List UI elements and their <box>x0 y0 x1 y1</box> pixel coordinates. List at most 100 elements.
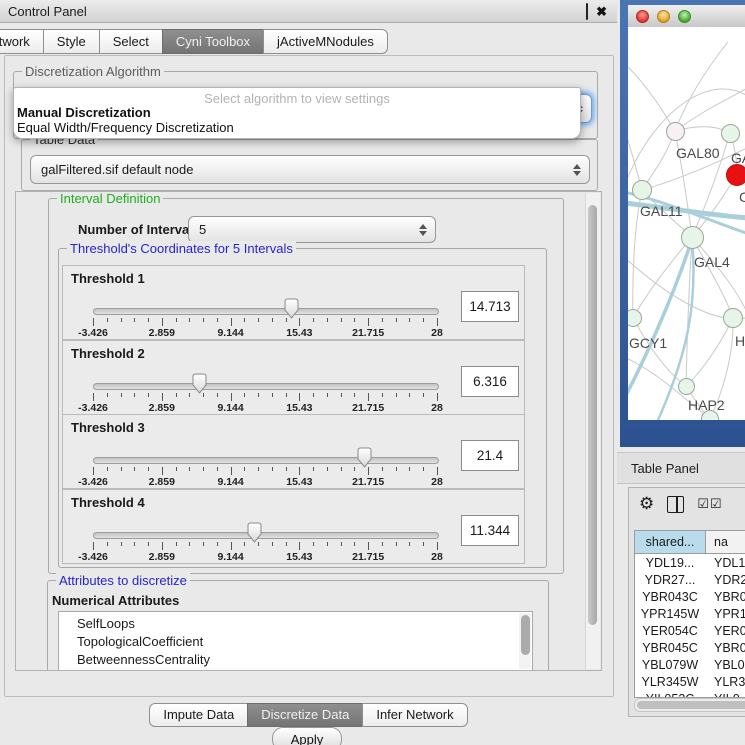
table-row[interactable]: YBR045CYBR0 <box>635 639 745 656</box>
slider-thumb[interactable] <box>284 298 299 319</box>
slider-track[interactable] <box>93 532 439 539</box>
tab-impute-data[interactable]: Impute Data <box>149 703 248 727</box>
tick-label: 21.715 <box>338 327 398 339</box>
control-panel-titlebar: Control Panel ✖ <box>0 0 617 23</box>
threshold-slider-2[interactable]: -3.4262.8599.14415.4321.71528 <box>93 371 437 413</box>
tab-select[interactable]: Select <box>99 29 163 54</box>
tick-label: -3.426 <box>63 402 123 414</box>
slider-thumb[interactable] <box>247 522 262 543</box>
tick-label: 9.144 <box>201 476 261 488</box>
tick-label: 28 <box>407 327 467 339</box>
tick-label: 2.859 <box>132 551 192 563</box>
threshold-value-field[interactable]: 6.316 <box>461 366 519 397</box>
tick-label: -3.426 <box>63 476 123 488</box>
numerical-attributes-label: Numerical Attributes <box>52 593 179 608</box>
threshold-value-field[interactable]: 21.4 <box>461 440 519 471</box>
attribute-item-topologicalcoefficient[interactable]: TopologicalCoefficient <box>59 633 532 651</box>
table-panel-toolbar: ⚙ ☑☑ <box>639 496 723 513</box>
network-node[interactable] <box>726 164 745 186</box>
table-row[interactable]: YDL19...YDL1 <box>635 554 745 571</box>
tab-network[interactable]: Network <box>0 29 44 54</box>
tick-label: 28 <box>407 476 467 488</box>
application-window: Control Panel ✖ NetworkStyleSelectCyni T… <box>0 0 745 745</box>
threshold-slider-1[interactable]: -3.4262.8599.14415.4321.71528 <box>93 296 437 338</box>
apply-button[interactable]: Apply <box>272 727 342 745</box>
top-tab-bar: NetworkStyleSelectCyni ToolboxjActiveMNo… <box>0 29 430 54</box>
slider-track[interactable] <box>93 457 439 464</box>
column-header-name[interactable]: na <box>706 531 745 553</box>
column-header-shared[interactable]: shared... <box>635 531 706 553</box>
scrollbar-thumb[interactable] <box>637 701 745 709</box>
attributes-group: Attributes to discretize Numerical Attri… <box>47 580 549 671</box>
table-row[interactable]: YER054CYER0 <box>635 622 745 639</box>
popup-item-equal-width-frequency-discretization[interactable]: Equal Width/Frequency Discretization <box>17 120 234 135</box>
table-row[interactable]: YDR27...YDR2 <box>635 571 745 588</box>
attributes-list-scrollbar[interactable] <box>519 613 531 669</box>
tick-label: 2.859 <box>132 327 192 339</box>
network-window-titlebar <box>628 5 745 28</box>
node-attribute-table[interactable]: shared... na YDL19...YDL1YDR27...YDR2YBR… <box>634 530 745 698</box>
mac-zoom-icon[interactable] <box>678 10 691 23</box>
tab-jactivemnodules[interactable]: jActiveMNodules <box>263 29 388 54</box>
threshold-label: Threshold 1 <box>71 271 145 286</box>
table-row[interactable]: YBR043CYBR0 <box>635 588 745 605</box>
network-node[interactable] <box>681 226 704 249</box>
close-button[interactable]: ✖ <box>596 5 607 18</box>
tick-label: 2.859 <box>132 476 192 488</box>
slider-thumb[interactable] <box>192 373 207 394</box>
number-of-intervals-combobox[interactable]: 5 <box>188 216 436 243</box>
table-row[interactable]: YIL052CYIL0 <box>635 690 745 698</box>
slider-thumb[interactable] <box>357 447 372 468</box>
mac-minimize-icon[interactable] <box>657 10 670 23</box>
tab-infer-network[interactable]: Infer Network <box>362 703 467 727</box>
network-window: GAL80GACGAL11GAL4GCY1HHAP2 <box>628 5 745 420</box>
network-node[interactable] <box>678 378 695 395</box>
interval-definition-group: Interval Definition Number of Intervals … <box>48 198 564 574</box>
tab-style[interactable]: Style <box>43 29 100 54</box>
threshold-label: Threshold 3 <box>71 420 145 435</box>
tick-label: 21.715 <box>338 476 398 488</box>
table-row[interactable]: YLR345WYLR3 <box>635 673 745 690</box>
attribute-item-selfloops[interactable]: SelfLoops <box>59 612 532 633</box>
attribute-item-betweennesscentrality[interactable]: BetweennessCentrality <box>59 651 532 669</box>
mac-close-icon[interactable] <box>636 10 649 23</box>
network-node[interactable] <box>666 122 685 141</box>
threshold-panel-4: Threshold 4-3.4262.8599.14415.4321.71528… <box>62 489 525 564</box>
network-node[interactable] <box>721 124 740 143</box>
threshold-slider-3[interactable]: -3.4262.8599.14415.4321.71528 <box>93 445 437 487</box>
table-horizontal-scrollbar[interactable] <box>634 698 745 712</box>
cyni-toolbox-panel: Discretization Algorithm Select algorith… <box>4 55 614 697</box>
popup-item-manual-discretization[interactable]: Manual Discretization <box>17 105 151 120</box>
slider-track[interactable] <box>93 383 439 390</box>
threshold-slider-4[interactable]: -3.4262.8599.14415.4321.71528 <box>93 520 437 562</box>
node-label-gcy1: GCY1 <box>629 335 667 351</box>
table-row[interactable]: YPR145WYPR1 <box>635 605 745 622</box>
scrollbar-thumb[interactable] <box>588 205 597 625</box>
slider-track[interactable] <box>93 308 439 315</box>
threshold-panel-3: Threshold 3-3.4262.8599.14415.4321.71528… <box>62 414 525 489</box>
table-data-group: Table Data galFiltered.sif default node <box>21 139 598 191</box>
table-row[interactable]: YBL079WYBL0 <box>635 656 745 673</box>
column-layout-icon[interactable] <box>667 496 684 513</box>
table-panel-title: Table Panel <box>631 461 699 476</box>
node-label-ga: GA <box>731 150 745 166</box>
threshold-value-field[interactable]: 11.344 <box>461 515 519 546</box>
panel-vertical-scrollbar[interactable] <box>585 193 600 669</box>
network-node[interactable] <box>632 180 652 200</box>
checkbox-icons[interactable]: ☑☑ <box>697 498 722 511</box>
threshold-coordinates-group: Threshold's Coordinates for 5 Intervals … <box>58 248 547 568</box>
interval-definition-title: Interval Definition <box>57 191 163 206</box>
tick-label: -3.426 <box>63 551 123 563</box>
network-canvas[interactable]: GAL80GACGAL11GAL4GCY1HHAP2 <box>628 27 745 420</box>
float-icon <box>586 3 588 20</box>
numerical-attributes-list[interactable]: SelfLoopsTopologicalCoefficientBetweenne… <box>58 611 533 671</box>
table-data-combobox[interactable]: galFiltered.sif default node <box>30 155 590 184</box>
tab-cyni-toolbox[interactable]: Cyni Toolbox <box>162 29 264 54</box>
table-panel-body: ⚙ ☑☑ shared... na YDL19...YDL1YDR27...YD… <box>628 487 745 717</box>
threshold-value-field[interactable]: 14.713 <box>461 291 519 322</box>
tab-discretize-data[interactable]: Discretize Data <box>247 703 363 727</box>
gear-icon[interactable]: ⚙ <box>639 496 654 513</box>
float-button[interactable] <box>586 4 588 19</box>
tick-label: 21.715 <box>338 551 398 563</box>
network-node[interactable] <box>723 308 743 328</box>
